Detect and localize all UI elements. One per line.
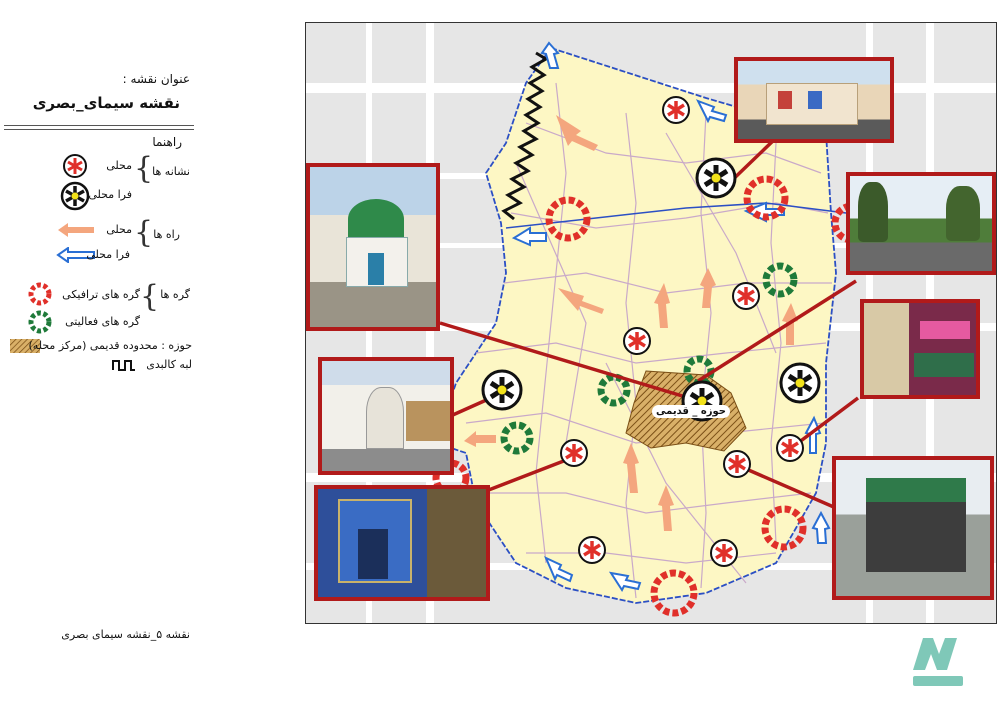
photo-mosque — [306, 163, 440, 331]
photo-office-building — [318, 357, 454, 475]
legend-path-local: محلی — [106, 223, 132, 236]
legend-edge: لبه کالبدی — [146, 358, 192, 371]
regional-landmark-icon — [60, 181, 90, 211]
legend: محلی فرا محلی { نشانه ها محلی فرا محلی {… — [0, 0, 200, 400]
photo-entrance-gate — [832, 456, 994, 600]
edge-icon — [112, 360, 135, 371]
photo-commercial-building — [734, 57, 894, 143]
legend-node-traffic: گره های ترافیکی — [62, 288, 140, 301]
legend-group-landmarks: نشانه ها — [152, 165, 190, 178]
photo-park — [846, 172, 996, 275]
zone-label: حوزه _ قدیمی — [652, 405, 730, 418]
map-canvas: حوزه _ قدیمی — [305, 22, 997, 624]
local-landmark-icon — [63, 154, 87, 178]
local-path-icon — [58, 223, 94, 237]
map-caption: نقشه ۵_نقشه سیمای بصری — [61, 628, 190, 641]
photo-street-shops — [860, 299, 980, 399]
photo-tiled-mosque — [314, 485, 490, 601]
legend-group-paths: راه ها — [153, 228, 180, 241]
legend-node-activity: گره های فعالیتی — [65, 315, 140, 328]
brand-logo — [913, 638, 963, 686]
legend-landmark-local: محلی — [106, 159, 132, 172]
activity-node-icon — [28, 310, 52, 334]
traffic-node-icon — [28, 282, 52, 306]
legend-group-nodes: گره ها — [160, 288, 190, 301]
legend-path-regional: فرا محلی — [86, 248, 130, 261]
legend-landmark-regional: فرا محلی — [88, 188, 132, 201]
legend-zone: حوزه : محدوده قدیمی (مرکز محله) — [28, 339, 193, 352]
